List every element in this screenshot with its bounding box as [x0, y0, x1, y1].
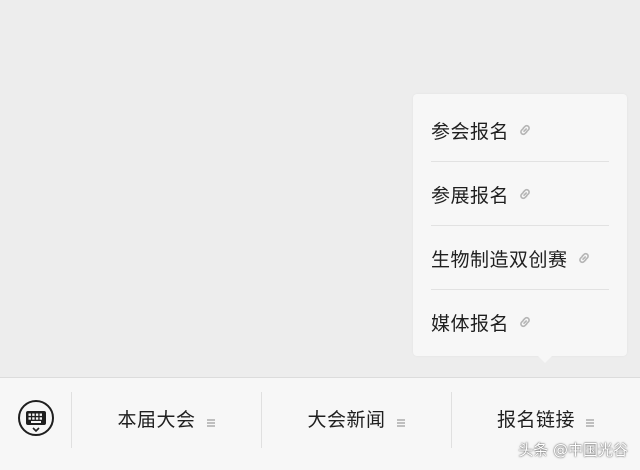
menu-lines-icon — [585, 413, 595, 427]
menu-item-biomanufacturing-contest[interactable]: 生物制造双创赛 — [431, 226, 609, 290]
menu-item-label: 参展报名 — [431, 184, 510, 207]
keyboard-icon[interactable] — [16, 398, 56, 438]
link-icon — [517, 186, 533, 202]
menu-item-label: 生物制造双创赛 — [431, 248, 568, 271]
menu-item-label: 媒体报名 — [431, 312, 510, 335]
menu-item-media-signup[interactable]: 媒体报名 — [431, 290, 609, 354]
menu-lines-icon — [396, 413, 406, 427]
menu-item-exhibitor-signup[interactable]: 参展报名 — [431, 162, 609, 226]
signup-links-popup-menu: 参会报名 参展报名 生物制造双创赛 媒体报名 — [413, 94, 627, 363]
menu-item-label: 参会报名 — [431, 120, 510, 143]
tab-current-conference[interactable]: 本届大会 — [72, 378, 261, 458]
tab-label: 报名链接 — [496, 408, 575, 431]
official-account-menu-bar: 本届大会 大会新闻 报名链接 头条 @中国光谷 — [0, 377, 640, 470]
tab-label: 本届大会 — [117, 408, 196, 431]
watermark: 头条 @中国光谷 — [518, 441, 628, 459]
link-icon — [517, 122, 533, 138]
link-icon — [576, 250, 592, 266]
tab-label: 大会新闻 — [307, 408, 386, 431]
tab-conference-news[interactable]: 大会新闻 — [262, 378, 451, 458]
menu-item-attendee-signup[interactable]: 参会报名 — [431, 98, 609, 162]
menu-lines-icon — [206, 413, 216, 427]
link-icon — [517, 314, 533, 330]
